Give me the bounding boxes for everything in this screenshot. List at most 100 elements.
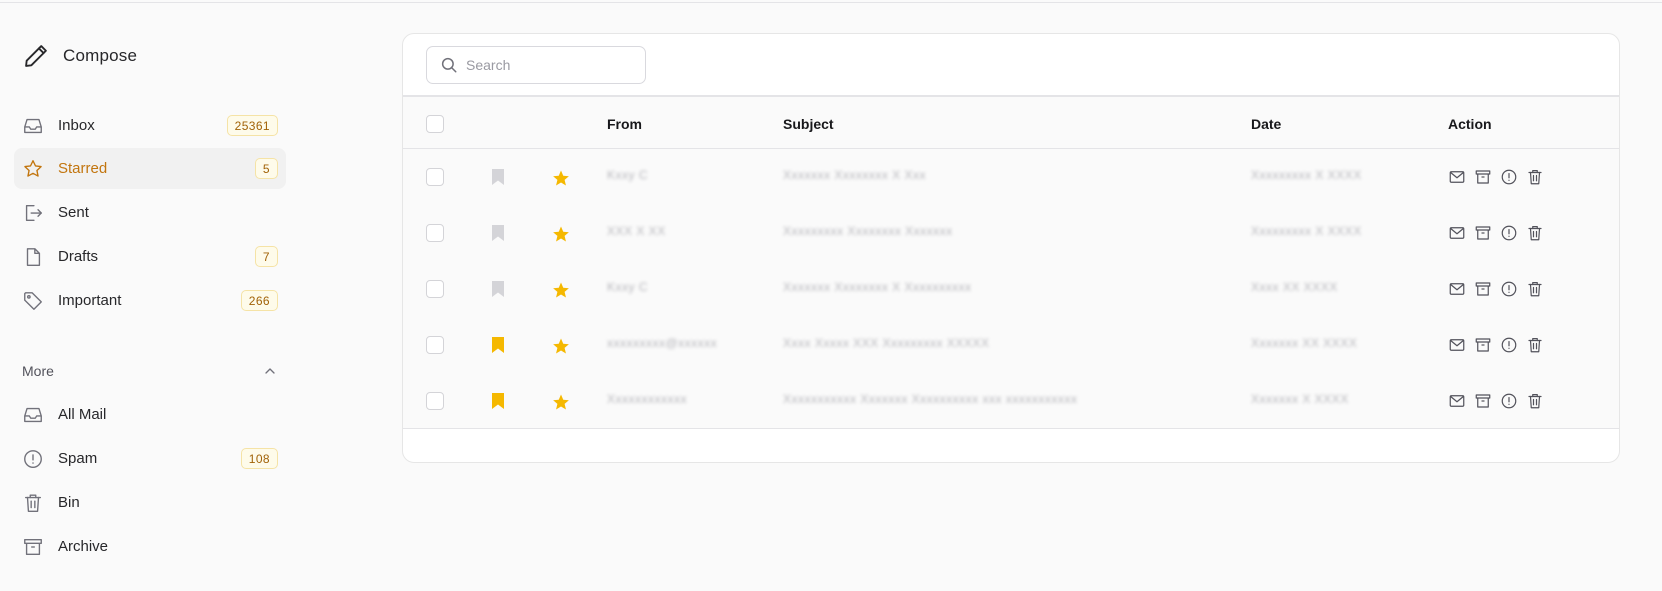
report-spam-button[interactable] [1500, 392, 1518, 410]
bookmark-icon[interactable] [491, 280, 505, 298]
trash-icon [1528, 338, 1542, 353]
row-subject: Xxxxxxx Xxxxxxxx X Xxx [783, 168, 927, 182]
row-from: xxxxxxxxx@xxxxxx [607, 336, 718, 350]
trash-icon [1528, 394, 1542, 409]
row-from: XXX X XX [607, 224, 666, 238]
mark-read-button[interactable] [1448, 224, 1466, 242]
trash-icon [1528, 282, 1542, 297]
row-date: Xxxxxxx X XXXX [1251, 392, 1349, 406]
alert-icon [1501, 169, 1517, 185]
search-box[interactable] [426, 46, 646, 84]
sidebar-item-drafts[interactable]: Drafts 7 [14, 236, 286, 277]
row-checkbox[interactable] [426, 224, 444, 242]
sidebar-item-label: Spam [58, 450, 98, 467]
alert-icon [1501, 225, 1517, 241]
star-icon [22, 158, 44, 180]
star-icon[interactable] [552, 337, 570, 355]
row-from: Xxxxxxxxxxxx [607, 392, 688, 406]
more-section-toggle[interactable]: More [22, 360, 278, 382]
sidebar-item-all-mail[interactable]: All Mail [14, 394, 286, 435]
sidebar-item-important[interactable]: Important 266 [14, 280, 286, 321]
table-row[interactable]: Kxxy C Xxxxxxx Xxxxxxxx X Xxxxxxxxxx Xxx… [403, 261, 1619, 317]
sidebar-item-label: Drafts [58, 248, 99, 265]
compose-button[interactable]: Compose [22, 38, 137, 74]
sidebar-item-inbox[interactable]: Inbox 25361 [14, 105, 286, 146]
search-icon [441, 57, 457, 73]
delete-button[interactable] [1526, 392, 1544, 410]
star-icon[interactable] [552, 225, 570, 243]
count-badge: 25361 [226, 115, 278, 136]
trash-icon [1528, 170, 1542, 185]
sidebar-item-sent[interactable]: Sent [14, 192, 286, 233]
row-checkbox[interactable] [426, 168, 444, 186]
report-spam-button[interactable] [1500, 168, 1518, 186]
row-checkbox[interactable] [426, 280, 444, 298]
row-from: Kxxy C [607, 280, 649, 294]
search-input[interactable] [466, 57, 636, 73]
bookmark-icon[interactable] [491, 168, 505, 186]
mail-table: From Subject Date Action Kxxy C Xxxxxxx … [403, 95, 1619, 429]
row-checkbox[interactable] [426, 392, 444, 410]
report-spam-button[interactable] [1500, 336, 1518, 354]
count-badge: 7 [254, 246, 278, 267]
row-date: Xxxxxxxxx X XXXX [1251, 224, 1362, 238]
mark-read-button[interactable] [1448, 336, 1466, 354]
alert-icon [1501, 281, 1517, 297]
delete-button[interactable] [1526, 336, 1544, 354]
mail-icon [1449, 283, 1465, 295]
mark-read-button[interactable] [1448, 392, 1466, 410]
star-icon[interactable] [552, 393, 570, 411]
star-icon[interactable] [552, 281, 570, 299]
delete-button[interactable] [1526, 168, 1544, 186]
trash-icon [22, 492, 44, 514]
star-icon[interactable] [552, 169, 570, 187]
inbox-icon [22, 404, 44, 426]
sidebar-item-label: Bin [58, 494, 80, 511]
bookmark-icon[interactable] [491, 336, 505, 354]
archive-button[interactable] [1474, 392, 1492, 410]
row-checkbox[interactable] [426, 336, 444, 354]
report-spam-button[interactable] [1500, 224, 1518, 242]
delete-button[interactable] [1526, 280, 1544, 298]
archive-icon [1475, 394, 1491, 408]
row-date: Xxxxxxxxx X XXXX [1251, 168, 1362, 182]
row-subject: Xxxxxxx Xxxxxxxx X Xxxxxxxxxx [783, 280, 972, 294]
row-actions [1448, 280, 1544, 298]
mail-icon [1449, 395, 1465, 407]
alert-icon [22, 448, 44, 470]
sidebar-item-label: Important [58, 292, 122, 309]
column-header-subject: Subject [783, 116, 834, 132]
mark-read-button[interactable] [1448, 168, 1466, 186]
sidebar-item-bin[interactable]: Bin [14, 482, 286, 523]
bookmark-icon[interactable] [491, 224, 505, 242]
table-row[interactable]: XXX X XX Xxxxxxxxx Xxxxxxxx Xxxxxxx Xxxx… [403, 205, 1619, 261]
archive-button[interactable] [1474, 224, 1492, 242]
row-subject: Xxxx Xxxxx XXX Xxxxxxxxx XXXXX [783, 336, 990, 350]
archive-button[interactable] [1474, 280, 1492, 298]
archive-icon [1475, 338, 1491, 352]
mark-read-button[interactable] [1448, 280, 1466, 298]
count-badge: 266 [240, 290, 278, 311]
bookmark-icon[interactable] [491, 392, 505, 410]
archive-button[interactable] [1474, 336, 1492, 354]
compose-label: Compose [63, 46, 138, 65]
archive-button[interactable] [1474, 168, 1492, 186]
select-all-checkbox[interactable] [426, 115, 444, 133]
row-subject: Xxxxxxxxxxx Xxxxxxx Xxxxxxxxxx xxx xxxxx… [783, 392, 1078, 406]
sidebar-item-label: Inbox [58, 117, 95, 134]
table-row[interactable]: Xxxxxxxxxxxx Xxxxxxxxxxx Xxxxxxx Xxxxxxx… [403, 373, 1619, 429]
draft-icon [22, 246, 44, 268]
row-actions [1448, 224, 1544, 242]
table-row[interactable]: Kxxy C Xxxxxxx Xxxxxxxx X Xxx Xxxxxxxxx … [403, 149, 1619, 205]
sidebar-item-label: Sent [58, 204, 89, 221]
sidebar-item-archive[interactable]: Archive [14, 526, 286, 567]
archive-icon [1475, 282, 1491, 296]
sidebar-item-starred[interactable]: Starred 5 [14, 148, 286, 189]
report-spam-button[interactable] [1500, 280, 1518, 298]
inbox-icon [22, 115, 44, 137]
sidebar-item-spam[interactable]: Spam 108 [14, 438, 286, 479]
count-badge: 5 [254, 158, 278, 179]
table-row[interactable]: xxxxxxxxx@xxxxxx Xxxx Xxxxx XXX Xxxxxxxx… [403, 317, 1619, 373]
delete-button[interactable] [1526, 224, 1544, 242]
column-header-action: Action [1448, 116, 1492, 132]
